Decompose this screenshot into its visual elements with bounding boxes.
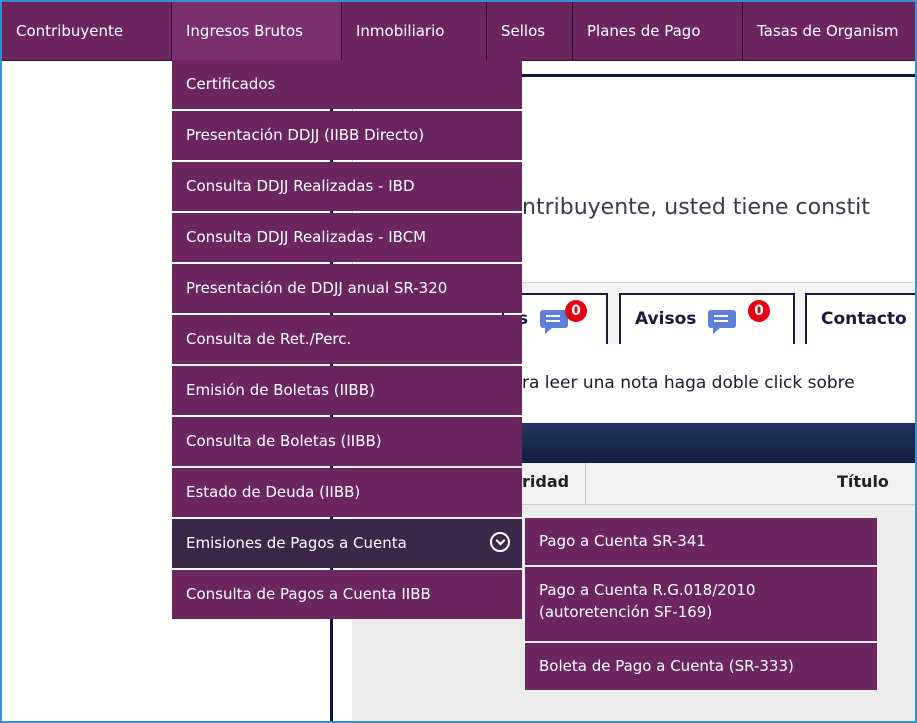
nav-planes-de-pago[interactable]: Planes de Pago — [573, 2, 743, 60]
menu-item-consulta-boletas[interactable]: Consulta de Boletas (IIBB) — [172, 417, 522, 466]
submenu-item-rg018[interactable]: Pago a Cuenta R.G.018/2010 (autoretenció… — [525, 567, 877, 641]
app-window: Contribuyente Ingresos Brutos Inmobiliar… — [0, 0, 917, 723]
mensajes-count-badge: 0 — [565, 300, 587, 322]
column-titulo[interactable]: Título — [837, 472, 889, 491]
nav-sellos[interactable]: Sellos — [487, 2, 573, 60]
hint-text: ra leer una nota haga doble click sobre — [522, 373, 855, 393]
nav-tasas-de-organismos[interactable]: Tasas de Organism — [743, 2, 915, 60]
tab-contacto[interactable]: Contacto — [805, 293, 915, 345]
chat-icon — [708, 310, 737, 334]
menu-item-presentacion-ddjj[interactable]: Presentación DDJJ (IIBB Directo) — [172, 111, 522, 160]
welcome-text: ntribuyente, usted tiene constit — [522, 195, 870, 220]
column-prioridad[interactable]: ridad — [522, 472, 569, 491]
nav-inmobiliario[interactable]: Inmobiliario — [342, 2, 487, 60]
tab-contacto-label: Contacto — [821, 309, 907, 329]
menu-item-ddjj-anual[interactable]: Presentación de DDJJ anual SR-320 — [172, 264, 522, 313]
chevron-down-icon — [490, 532, 510, 552]
tab-avisos-label: Avisos — [635, 309, 697, 329]
submenu-item-sr333[interactable]: Boleta de Pago a Cuenta (SR-333) — [525, 643, 877, 690]
submenu-item-rg018-line2: (autoretención SF-169) — [539, 603, 713, 621]
submenu-item-rg018-line1: Pago a Cuenta R.G.018/2010 — [539, 581, 756, 599]
ingresos-brutos-menu: Certificados Presentación DDJJ (IIBB Dir… — [172, 60, 522, 621]
column-divider — [585, 463, 586, 504]
menu-item-emision-boletas[interactable]: Emisión de Boletas (IIBB) — [172, 366, 522, 415]
chat-icon — [540, 310, 569, 334]
submenu-item-sr341[interactable]: Pago a Cuenta SR-341 — [525, 518, 877, 565]
menu-item-consulta-ddjj-ibcm[interactable]: Consulta DDJJ Realizadas - IBCM — [172, 213, 522, 262]
menu-item-emisiones-pagos-cuenta[interactable]: Emisiones de Pagos a Cuenta — [172, 519, 522, 568]
menu-item-label: Emisiones de Pagos a Cuenta — [186, 534, 407, 552]
pagos-cuenta-submenu: Pago a Cuenta SR-341 Pago a Cuenta R.G.0… — [525, 518, 877, 692]
nav-contribuyente[interactable]: Contribuyente — [2, 2, 172, 60]
nav-ingresos-brutos[interactable]: Ingresos Brutos — [172, 2, 342, 60]
menu-item-consulta-ret-perc[interactable]: Consulta de Ret./Perc. — [172, 315, 522, 364]
menu-item-estado-deuda[interactable]: Estado de Deuda (IIBB) — [172, 468, 522, 517]
menu-item-consulta-pagos-cuenta[interactable]: Consulta de Pagos a Cuenta IIBB — [172, 570, 522, 619]
avisos-count-badge: 0 — [748, 300, 770, 322]
menu-item-consulta-ddjj-ibd[interactable]: Consulta DDJJ Realizadas - IBD — [172, 162, 522, 211]
menu-item-certificados[interactable]: Certificados — [172, 60, 522, 109]
tab-avisos[interactable]: Avisos — [619, 293, 795, 345]
top-navigation: Contribuyente Ingresos Brutos Inmobiliar… — [2, 2, 915, 61]
